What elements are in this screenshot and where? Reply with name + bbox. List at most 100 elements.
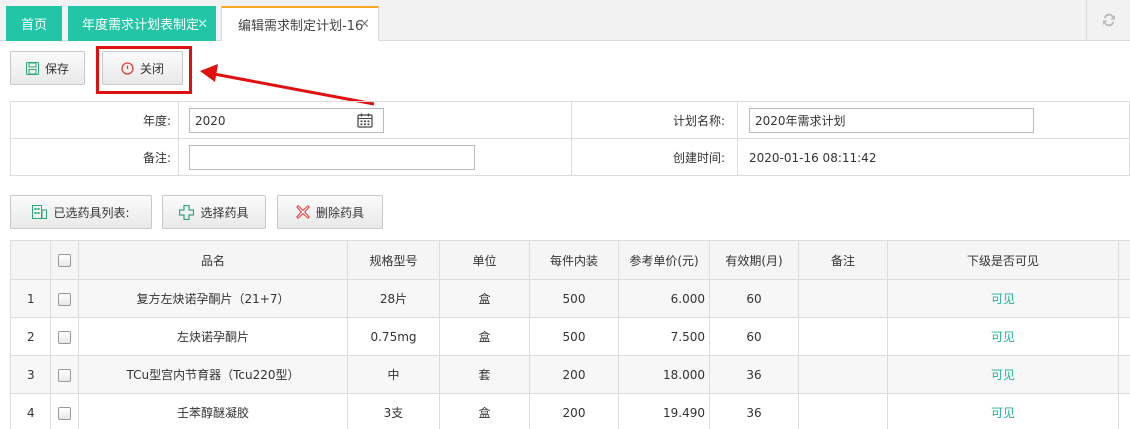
cell-visible: 可见 bbox=[887, 279, 1119, 318]
header-per-pack: 每件内装 bbox=[529, 240, 619, 280]
cell-name: 左炔诺孕酮片 bbox=[78, 317, 348, 356]
refresh-icon[interactable] bbox=[1086, 0, 1130, 40]
row-checkbox[interactable] bbox=[58, 292, 71, 306]
tab-annual-plan-label: 年度需求计划表制定 bbox=[82, 18, 200, 33]
cell-name: 复方左炔诺孕酮片（21+7） bbox=[78, 279, 348, 318]
tab-edit-plan-label: 编辑需求制定计划-16 bbox=[238, 18, 364, 34]
divider bbox=[737, 139, 738, 176]
row-number: 1 bbox=[10, 279, 51, 318]
cell-per-pack: 500 bbox=[529, 317, 619, 356]
header-unit: 单位 bbox=[439, 240, 530, 280]
cell-price: 7.500 bbox=[618, 317, 710, 356]
tab-home-label: 首页 bbox=[20, 18, 47, 33]
remark-label: 备注: bbox=[142, 151, 171, 165]
cell-unit: 盒 bbox=[439, 393, 530, 429]
cell-remark bbox=[798, 355, 888, 394]
select-items-button[interactable]: 选择药具 bbox=[162, 195, 266, 229]
cell-unit: 盒 bbox=[439, 317, 530, 356]
plan-name-input[interactable]: 2020年需求计划 bbox=[749, 108, 1034, 133]
plan-form: 年度: 2020 计划名称: 2020年需求计划 备注: 创建时间: 2020-… bbox=[10, 101, 1130, 176]
close-icon[interactable]: × bbox=[359, 17, 370, 32]
cell-visible: 可见 bbox=[887, 317, 1119, 356]
header-checkbox[interactable] bbox=[50, 240, 79, 280]
cell-per-pack: 200 bbox=[529, 355, 619, 394]
header-remark: 备注 bbox=[798, 240, 888, 280]
cell-filler bbox=[1118, 393, 1130, 429]
cell-visible: 可见 bbox=[887, 355, 1119, 394]
cell-per-pack: 200 bbox=[529, 393, 619, 429]
save-button-label: 保存 bbox=[44, 61, 69, 76]
tab-edit-plan[interactable]: 编辑需求制定计划-16 × bbox=[221, 6, 379, 41]
header-spec: 规格型号 bbox=[347, 240, 440, 280]
header-index bbox=[10, 240, 51, 280]
table-header-row: 品名 规格型号 单位 每件内装 参考单价(元) 有效期(月) 备注 下级是否可见 bbox=[10, 240, 1130, 280]
table-row[interactable]: 2 左炔诺孕酮片 0.75mg 盒 500 7.500 60 可见 bbox=[10, 317, 1130, 356]
row-number: 2 bbox=[10, 317, 51, 356]
cell-visible: 可见 bbox=[887, 393, 1119, 429]
cell-name: TCu型宫内节育器（Tcu220型） bbox=[78, 355, 348, 394]
cell-validity: 60 bbox=[709, 279, 799, 318]
list-icon bbox=[32, 205, 48, 219]
row-checkbox[interactable] bbox=[58, 406, 71, 420]
row-number: 4 bbox=[10, 393, 51, 429]
row-checkbox-cell[interactable] bbox=[50, 279, 79, 318]
header-price: 参考单价(元) bbox=[618, 240, 710, 280]
row-number: 3 bbox=[10, 355, 51, 394]
cell-validity: 60 bbox=[709, 317, 799, 356]
delete-items-button[interactable]: 删除药具 bbox=[277, 195, 383, 229]
cell-validity: 36 bbox=[709, 393, 799, 429]
row-checkbox[interactable] bbox=[58, 368, 71, 382]
cell-remark bbox=[798, 279, 888, 318]
cell-spec: 中 bbox=[347, 355, 440, 394]
selected-list-button[interactable]: 已选药具列表: bbox=[10, 195, 152, 229]
divider bbox=[178, 139, 179, 176]
plan-name-label: 计划名称: bbox=[672, 113, 725, 128]
tab-home[interactable]: 首页 bbox=[6, 6, 62, 41]
delete-icon bbox=[296, 205, 310, 219]
cell-name: 壬苯醇醚凝胶 bbox=[78, 393, 348, 429]
form-row: 备注: 创建时间: 2020-01-16 08:11:42 bbox=[11, 139, 1129, 176]
cell-unit: 盒 bbox=[439, 279, 530, 318]
table-row[interactable]: 4 壬苯醇醚凝胶 3支 盒 200 19.490 36 可见 bbox=[10, 393, 1130, 429]
cell-validity: 36 bbox=[709, 355, 799, 394]
select-items-label: 选择药具 bbox=[200, 205, 249, 220]
year-label: 年度: bbox=[142, 113, 171, 128]
divider bbox=[178, 102, 179, 138]
cell-filler bbox=[1118, 279, 1130, 318]
calendar-icon[interactable] bbox=[357, 113, 373, 131]
table-row[interactable]: 1 复方左炔诺孕酮片（21+7） 28片 盒 500 6.000 60 可见 bbox=[10, 279, 1130, 318]
cell-remark bbox=[798, 317, 888, 356]
header-name: 品名 bbox=[78, 240, 348, 280]
cell-filler bbox=[1118, 317, 1130, 356]
row-checkbox-cell[interactable] bbox=[50, 355, 79, 394]
cell-per-pack: 500 bbox=[529, 279, 619, 318]
annotation-highlight-box bbox=[96, 46, 192, 94]
row-checkbox[interactable] bbox=[58, 330, 71, 344]
select-all-checkbox[interactable] bbox=[58, 254, 71, 267]
header-validity: 有效期(月) bbox=[709, 240, 799, 280]
delete-items-label: 删除药具 bbox=[315, 205, 364, 220]
year-value: 2020 bbox=[195, 113, 226, 128]
created-time-label: 创建时间: bbox=[672, 151, 725, 165]
tab-annual-plan[interactable]: 年度需求计划表制定 × bbox=[68, 6, 216, 41]
selected-list-label: 已选药具列表: bbox=[53, 205, 130, 220]
year-input[interactable]: 2020 bbox=[189, 108, 384, 133]
save-button[interactable]: 保存 bbox=[10, 51, 85, 85]
cell-price: 18.000 bbox=[618, 355, 710, 394]
row-checkbox-cell[interactable] bbox=[50, 317, 79, 356]
cell-unit: 套 bbox=[439, 355, 530, 394]
tab-bar: 首页 年度需求计划表制定 × 编辑需求制定计划-16 × bbox=[0, 0, 1130, 41]
remark-input[interactable] bbox=[189, 145, 475, 170]
close-icon[interactable]: × bbox=[197, 16, 208, 31]
table-row[interactable]: 3 TCu型宫内节育器（Tcu220型） 中 套 200 18.000 36 可… bbox=[10, 355, 1130, 394]
cell-filler bbox=[1118, 355, 1130, 394]
row-checkbox-cell[interactable] bbox=[50, 393, 79, 429]
save-icon bbox=[25, 61, 39, 75]
items-table: 品名 规格型号 单位 每件内装 参考单价(元) 有效期(月) 备注 下级是否可见… bbox=[10, 240, 1130, 429]
header-visible: 下级是否可见 bbox=[887, 240, 1119, 280]
header-filler bbox=[1118, 240, 1130, 280]
created-time-value: 2020-01-16 08:11:42 bbox=[749, 150, 877, 165]
divider bbox=[737, 102, 738, 138]
cell-remark bbox=[798, 393, 888, 429]
cell-spec: 28片 bbox=[347, 279, 440, 318]
